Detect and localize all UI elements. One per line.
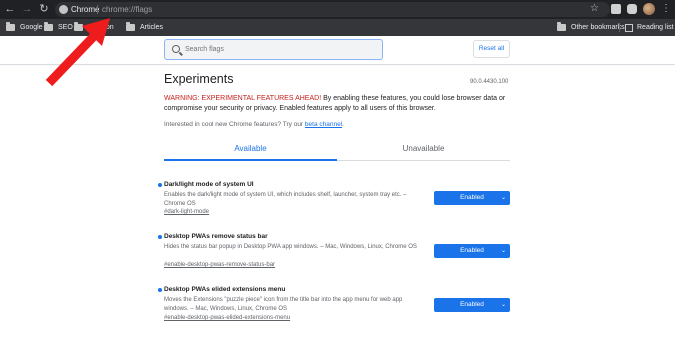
chevron-down-icon: ⌄ bbox=[500, 302, 506, 308]
chevron-down-icon: ⌄ bbox=[500, 248, 506, 254]
flag-name: Dark/light mode of system UI bbox=[164, 181, 254, 188]
flag-modified-dot bbox=[158, 235, 162, 239]
folder-icon bbox=[44, 22, 53, 31]
flag-link[interactable]: #enable-desktop-pwas-remove-status-bar bbox=[164, 262, 275, 268]
flag-item: Desktop PWAs remove status bar Hides the… bbox=[158, 232, 518, 272]
bookmark-partition[interactable]: Partition bbox=[74, 19, 114, 36]
flag-state-select[interactable]: Enabled ⌄ bbox=[434, 191, 510, 205]
bookmark-label: Articles bbox=[140, 24, 163, 31]
bookmark-star-icon[interactable]: ☆ bbox=[590, 3, 599, 15]
version-number: 90.0.4430.100 bbox=[470, 79, 509, 85]
more-menu-icon[interactable]: ⋮ bbox=[661, 2, 671, 16]
omnibox-url[interactable]: chrome://flags bbox=[102, 3, 152, 16]
flag-modified-dot bbox=[158, 183, 162, 187]
tab-unavailable[interactable]: Unavailable bbox=[337, 140, 510, 161]
address-bar[interactable]: Chrome chrome://flags bbox=[55, 2, 610, 17]
reload-icon[interactable]: ↻ bbox=[38, 3, 50, 15]
folder-icon bbox=[557, 22, 566, 31]
flag-item: Dark/light mode of system UI Enables the… bbox=[158, 180, 518, 220]
reading-list[interactable]: Reading list bbox=[625, 19, 674, 36]
folder-icon bbox=[6, 22, 15, 31]
bookmark-label: Partition bbox=[88, 24, 114, 31]
flags-header: Search flags Reset all bbox=[0, 36, 675, 65]
reading-list-label: Reading list bbox=[637, 24, 674, 31]
beta-promo-end: . bbox=[342, 121, 344, 128]
bookmarks-separator bbox=[619, 23, 620, 32]
search-placeholder: Search flags bbox=[185, 46, 224, 53]
chrome-site-icon bbox=[59, 5, 68, 14]
flag-state-value: Enabled bbox=[460, 247, 484, 254]
other-bookmarks-label: Other bookmarks bbox=[571, 24, 625, 31]
search-icon bbox=[172, 45, 180, 53]
folder-icon bbox=[126, 22, 135, 31]
extension-icon[interactable] bbox=[611, 4, 621, 14]
warning-heading: WARNING: EXPERIMENTAL FEATURES AHEAD! bbox=[164, 95, 322, 102]
omnibox-site-label: Chrome bbox=[71, 5, 100, 14]
bookmark-seo[interactable]: SEO bbox=[44, 19, 73, 36]
browser-toolbar: ← → ↻ Chrome chrome://flags ☆ ⋮ bbox=[0, 0, 675, 19]
tab-available[interactable]: Available bbox=[164, 140, 337, 161]
flag-description: Hides the status bar popup in Desktop PW… bbox=[164, 244, 417, 250]
flag-description: Enables the dark/light mode of system UI… bbox=[164, 192, 407, 207]
beta-channel-link[interactable]: beta channel bbox=[305, 121, 342, 128]
bookmark-label: SEO bbox=[58, 24, 73, 31]
flag-link[interactable]: #dark-light-mode bbox=[164, 209, 209, 215]
bookmark-google[interactable]: Google bbox=[6, 19, 43, 36]
flag-link[interactable]: #enable-desktop-pwas-elided-extensions-m… bbox=[164, 315, 290, 321]
reading-list-icon bbox=[625, 23, 633, 32]
experiments-page: Experiments 90.0.4430.100 WARNING: EXPER… bbox=[0, 66, 675, 339]
flag-description: Moves the Extensions "puzzle piece" icon… bbox=[164, 297, 403, 312]
flag-name: Desktop PWAs remove status bar bbox=[164, 233, 268, 240]
omnibox-separator bbox=[97, 5, 98, 14]
bookmark-articles[interactable]: Articles bbox=[126, 19, 163, 36]
chevron-down-icon: ⌄ bbox=[500, 195, 506, 201]
puzzle-piece-icon[interactable] bbox=[627, 4, 637, 14]
beta-promo: Interested in cool new Chrome features? … bbox=[164, 121, 344, 128]
flag-state-value: Enabled bbox=[460, 194, 484, 201]
bookmarks-bar: Google SEO Partition Articles Other book… bbox=[0, 19, 675, 36]
reset-all-button[interactable]: Reset all bbox=[473, 40, 510, 58]
warning-text: WARNING: EXPERIMENTAL FEATURES AHEAD! By… bbox=[164, 94, 514, 114]
flag-state-select[interactable]: Enabled ⌄ bbox=[434, 298, 510, 312]
profile-avatar[interactable] bbox=[643, 3, 655, 15]
folder-icon bbox=[74, 22, 83, 31]
flag-item: Desktop PWAs elided extensions menu Move… bbox=[158, 285, 518, 327]
page-title: Experiments bbox=[164, 72, 234, 86]
bookmark-label: Google bbox=[20, 24, 43, 31]
flag-name: Desktop PWAs elided extensions menu bbox=[164, 286, 286, 293]
search-input[interactable]: Search flags bbox=[164, 39, 383, 60]
flag-state-select[interactable]: Enabled ⌄ bbox=[434, 244, 510, 258]
flag-state-value: Enabled bbox=[460, 301, 484, 308]
flag-modified-dot bbox=[158, 288, 162, 292]
back-arrow-icon[interactable]: ← bbox=[4, 3, 16, 15]
beta-promo-text: Interested in cool new Chrome features? … bbox=[164, 121, 305, 128]
forward-arrow-icon[interactable]: → bbox=[21, 3, 33, 15]
bookmark-other[interactable]: Other bookmarks bbox=[557, 19, 625, 36]
